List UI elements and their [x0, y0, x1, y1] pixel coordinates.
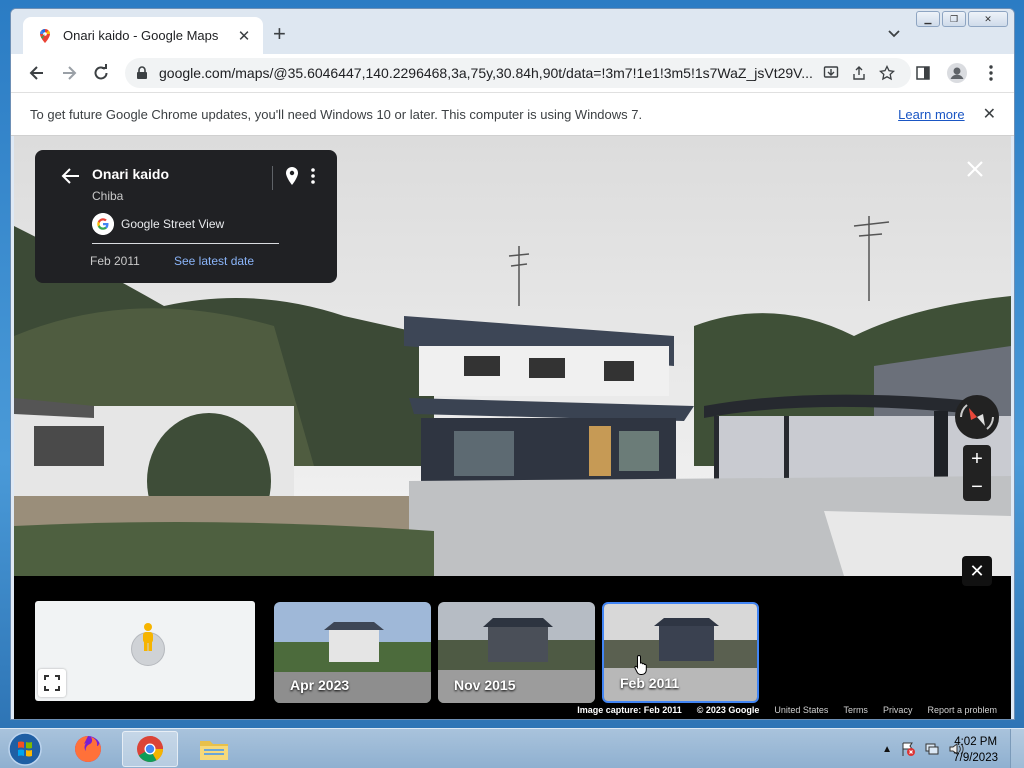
firefox-icon	[75, 736, 101, 762]
tab-title: Onari kaido - Google Maps	[63, 28, 219, 43]
zoom-in-button[interactable]: +	[963, 445, 991, 473]
network-icon[interactable]	[924, 741, 940, 757]
windows-taskbar: ▲ 4:02 PM 7/9/2023	[0, 728, 1024, 768]
image-capture-text: Image capture: Feb 2011	[577, 705, 682, 715]
install-app-icon[interactable]	[817, 59, 845, 87]
chrome-icon	[137, 736, 164, 763]
time-travel-strip: ✕ Apr 2023 Nov 2015 Feb 2011 Image captu…	[14, 556, 1011, 719]
tab-google-maps[interactable]: Onari kaido - Google Maps ✕	[23, 17, 263, 54]
google-maps-favicon-icon	[40, 28, 51, 43]
zoom-out-button[interactable]: −	[963, 473, 991, 501]
mini-map[interactable]	[35, 601, 255, 701]
chrome-window: Onari kaido - Google Maps ✕ + ▁ ❐ ✕ goog…	[10, 8, 1015, 720]
profile-avatar-icon[interactable]	[942, 57, 972, 89]
file-explorer-icon	[200, 741, 228, 760]
bookmark-star-icon[interactable]	[873, 59, 901, 87]
side-panel-icon[interactable]	[908, 57, 938, 89]
thumbnail-label: Feb 2011	[620, 675, 680, 691]
footer-link-terms[interactable]: Terms	[843, 705, 868, 719]
window-controls: ▁ ❐ ✕	[916, 11, 1008, 27]
footer-link-privacy[interactable]: Privacy	[883, 705, 913, 719]
google-logo-icon	[92, 213, 114, 235]
restore-button[interactable]: ❐	[942, 11, 966, 27]
tab-strip: Onari kaido - Google Maps ✕ + ▁ ❐ ✕	[11, 9, 1014, 54]
update-infobar: To get future Google Chrome updates, you…	[11, 92, 1014, 136]
tab-close-icon[interactable]: ✕	[235, 27, 253, 45]
capture-date: Feb 2011	[90, 254, 140, 268]
thumbnail-label: Nov 2015	[454, 677, 516, 693]
share-icon[interactable]	[845, 59, 873, 87]
start-orb-icon[interactable]	[6, 731, 44, 767]
url-text[interactable]: google.com/maps/@35.6046447,140.2296468,…	[159, 65, 817, 81]
more-options-icon[interactable]	[303, 166, 323, 186]
minimize-button[interactable]: ▁	[916, 11, 940, 27]
infobar-message: To get future Google Chrome updates, you…	[30, 106, 643, 122]
zoom-controls: + −	[963, 445, 991, 501]
browser-toolbar: google.com/maps/@35.6046447,140.2296468,…	[11, 54, 1014, 92]
system-clock[interactable]: 4:02 PM 7/9/2023	[953, 734, 998, 766]
see-latest-date-link[interactable]: See latest date	[174, 254, 254, 268]
new-tab-icon[interactable]: +	[273, 23, 286, 45]
tab-search-chevron-icon[interactable]	[887, 27, 901, 41]
close-strip-icon[interactable]: ✕	[962, 556, 992, 586]
window-close-button[interactable]: ✕	[968, 11, 1008, 27]
pegman-icon[interactable]	[136, 622, 160, 652]
forward-button[interactable]	[53, 57, 85, 89]
show-desktop-button[interactable]	[1010, 729, 1024, 768]
back-button[interactable]	[21, 57, 53, 89]
footer-link-country[interactable]: United States	[774, 705, 828, 719]
thumbnail-feb-2011-selected[interactable]: Feb 2011	[602, 602, 759, 703]
place-title: Onari kaido	[92, 166, 170, 182]
footer-link-report[interactable]: Report a problem	[927, 705, 997, 719]
reload-button[interactable]	[85, 57, 117, 89]
tray-expand-icon[interactable]: ▲	[882, 744, 892, 755]
card-divider	[272, 166, 273, 190]
taskbar-explorer[interactable]	[186, 731, 242, 767]
map-footer: Image capture: Feb 2011 © 2023 Google Un…	[14, 705, 1011, 719]
toolbar-right	[908, 57, 1006, 89]
thumbnail-nov-2015[interactable]: Nov 2015	[438, 602, 595, 703]
address-bar[interactable]: google.com/maps/@35.6046447,140.2296468,…	[125, 58, 911, 88]
chrome-menu-icon[interactable]	[976, 57, 1006, 89]
compass-icon[interactable]	[955, 395, 999, 439]
infobar-close-icon[interactable]: ✕	[983, 104, 996, 124]
clock-date: 7/9/2023	[953, 752, 998, 764]
system-tray: ▲	[882, 729, 964, 768]
street-view-viewport[interactable]: Onari kaido Chiba Google Street View Feb…	[14, 136, 1011, 719]
thumbnail-apr-2023[interactable]: Apr 2023	[274, 602, 431, 703]
lock-icon[interactable]	[135, 66, 149, 80]
reload-icon	[94, 64, 108, 80]
taskbar-chrome[interactable]	[122, 731, 178, 767]
expand-map-icon[interactable]	[38, 669, 66, 697]
street-view-source: Google Street View	[121, 217, 225, 231]
back-arrow-icon[interactable]	[59, 166, 83, 186]
close-street-view-icon[interactable]	[962, 156, 988, 182]
street-view-info-card: Onari kaido Chiba Google Street View Feb…	[35, 150, 337, 283]
place-region: Chiba	[92, 189, 124, 203]
card-underline	[92, 243, 279, 244]
action-center-flag-icon[interactable]	[900, 741, 916, 757]
thumbnail-label: Apr 2023	[290, 677, 350, 693]
clock-time: 4:02 PM	[954, 736, 998, 748]
copyright-text: © 2023 Google	[696, 705, 760, 715]
back-arrow-icon	[29, 66, 43, 80]
forward-arrow-icon	[63, 66, 77, 80]
map-pin-icon[interactable]	[285, 166, 299, 186]
learn-more-link[interactable]: Learn more	[898, 107, 964, 122]
taskbar-firefox[interactable]	[60, 731, 116, 767]
